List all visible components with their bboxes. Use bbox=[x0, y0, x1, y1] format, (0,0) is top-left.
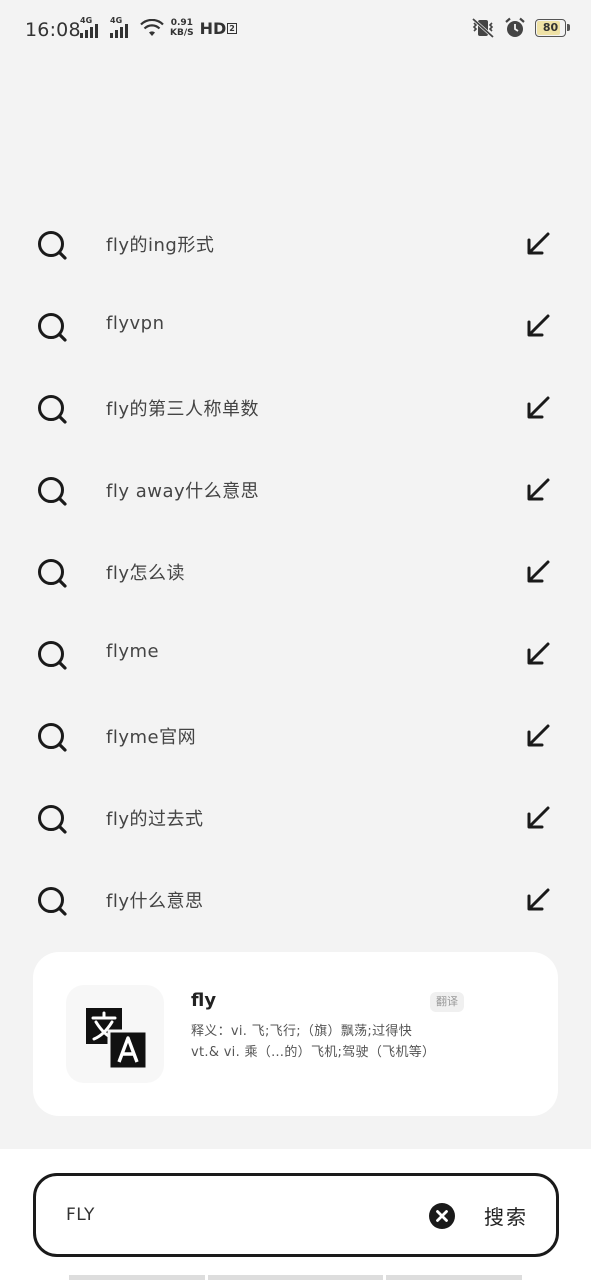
battery-icon: 80 bbox=[535, 19, 570, 37]
translate-badge: 翻译 bbox=[430, 992, 464, 1012]
fill-query-arrow-icon[interactable] bbox=[525, 395, 551, 421]
search-icon bbox=[38, 231, 67, 260]
search-icon bbox=[38, 395, 67, 424]
alarm-icon bbox=[505, 17, 525, 37]
search-input[interactable] bbox=[64, 1196, 398, 1234]
suggestion-text: fly什么意思 bbox=[106, 891, 204, 912]
suggestion-item[interactable]: fly什么意思 bbox=[0, 859, 591, 941]
fill-query-arrow-icon[interactable] bbox=[525, 477, 551, 503]
fill-query-arrow-icon[interactable] bbox=[525, 313, 551, 339]
suggestion-item[interactable]: flyme bbox=[0, 613, 591, 695]
suggestion-text: fly怎么读 bbox=[106, 563, 185, 584]
suggestion-item[interactable]: fly away什么意思 bbox=[0, 449, 591, 531]
suggestion-item[interactable]: fly的第三人称单数 bbox=[0, 367, 591, 449]
search-icon bbox=[38, 559, 67, 588]
suggestion-item[interactable]: fly的过去式 bbox=[0, 777, 591, 859]
suggestion-item[interactable]: flyme官网 bbox=[0, 695, 591, 777]
suggestion-list: fly的ing形式 flyvpn fly的第三人称单数 fly away什么意思… bbox=[0, 203, 591, 941]
signal-icon-2: 4G bbox=[110, 16, 134, 38]
gesture-bar bbox=[69, 1275, 522, 1280]
fill-query-arrow-icon[interactable] bbox=[525, 231, 551, 257]
translate-tile bbox=[66, 985, 164, 1083]
fill-query-arrow-icon[interactable] bbox=[525, 887, 551, 913]
search-icon bbox=[38, 313, 67, 342]
suggestion-item[interactable]: fly的ing形式 bbox=[0, 203, 591, 285]
suggestion-item[interactable]: fly怎么读 bbox=[0, 531, 591, 613]
wifi-icon bbox=[140, 19, 164, 36]
suggestion-text: fly的ing形式 bbox=[106, 235, 215, 256]
definition-line: vt.& vi. 乘（…的）飞机;驾驶（飞机等） bbox=[191, 1045, 436, 1060]
suggestion-text: fly的过去式 bbox=[106, 809, 204, 830]
status-bar: 16:08 4G 4G 0.91 KB/S HD 2 80 bbox=[0, 0, 591, 60]
vibrate-mute-icon bbox=[471, 17, 495, 39]
net-speed: 0.91 KB/S bbox=[170, 18, 194, 38]
search-box: 搜索 bbox=[33, 1173, 559, 1257]
search-icon bbox=[38, 723, 67, 752]
search-button[interactable]: 搜索 bbox=[484, 1201, 528, 1230]
suggestion-text: flyvpn bbox=[106, 313, 165, 334]
search-icon bbox=[38, 641, 67, 670]
translate-card[interactable]: fly 翻译 释义：vi. 飞;飞行;（旗）飘荡;过得快 vt.& vi. 乘（… bbox=[33, 952, 558, 1116]
suggestion-text: fly的第三人称单数 bbox=[106, 399, 259, 420]
suggestion-text: flyme官网 bbox=[106, 727, 197, 748]
status-time: 16:08 bbox=[25, 19, 81, 41]
bottom-search-bar: 搜索 bbox=[0, 1149, 591, 1280]
search-icon bbox=[38, 477, 67, 506]
translate-icon bbox=[86, 1008, 149, 1071]
suggestion-text: fly away什么意思 bbox=[106, 481, 260, 502]
fill-query-arrow-icon[interactable] bbox=[525, 723, 551, 749]
clear-icon[interactable] bbox=[429, 1203, 455, 1229]
signal-icon-1: 4G bbox=[80, 16, 104, 38]
fill-query-arrow-icon[interactable] bbox=[525, 559, 551, 585]
fill-query-arrow-icon[interactable] bbox=[525, 641, 551, 667]
fill-query-arrow-icon[interactable] bbox=[525, 805, 551, 831]
hd-indicator: HD 2 bbox=[199, 18, 237, 38]
definition-line: 释义：vi. 飞;飞行;（旗）飘荡;过得快 bbox=[191, 1024, 413, 1039]
search-icon bbox=[38, 887, 67, 916]
suggestion-item[interactable]: flyvpn bbox=[0, 285, 591, 367]
search-icon bbox=[38, 805, 67, 834]
translate-word: fly bbox=[191, 990, 217, 1011]
suggestion-text: flyme bbox=[106, 641, 160, 662]
